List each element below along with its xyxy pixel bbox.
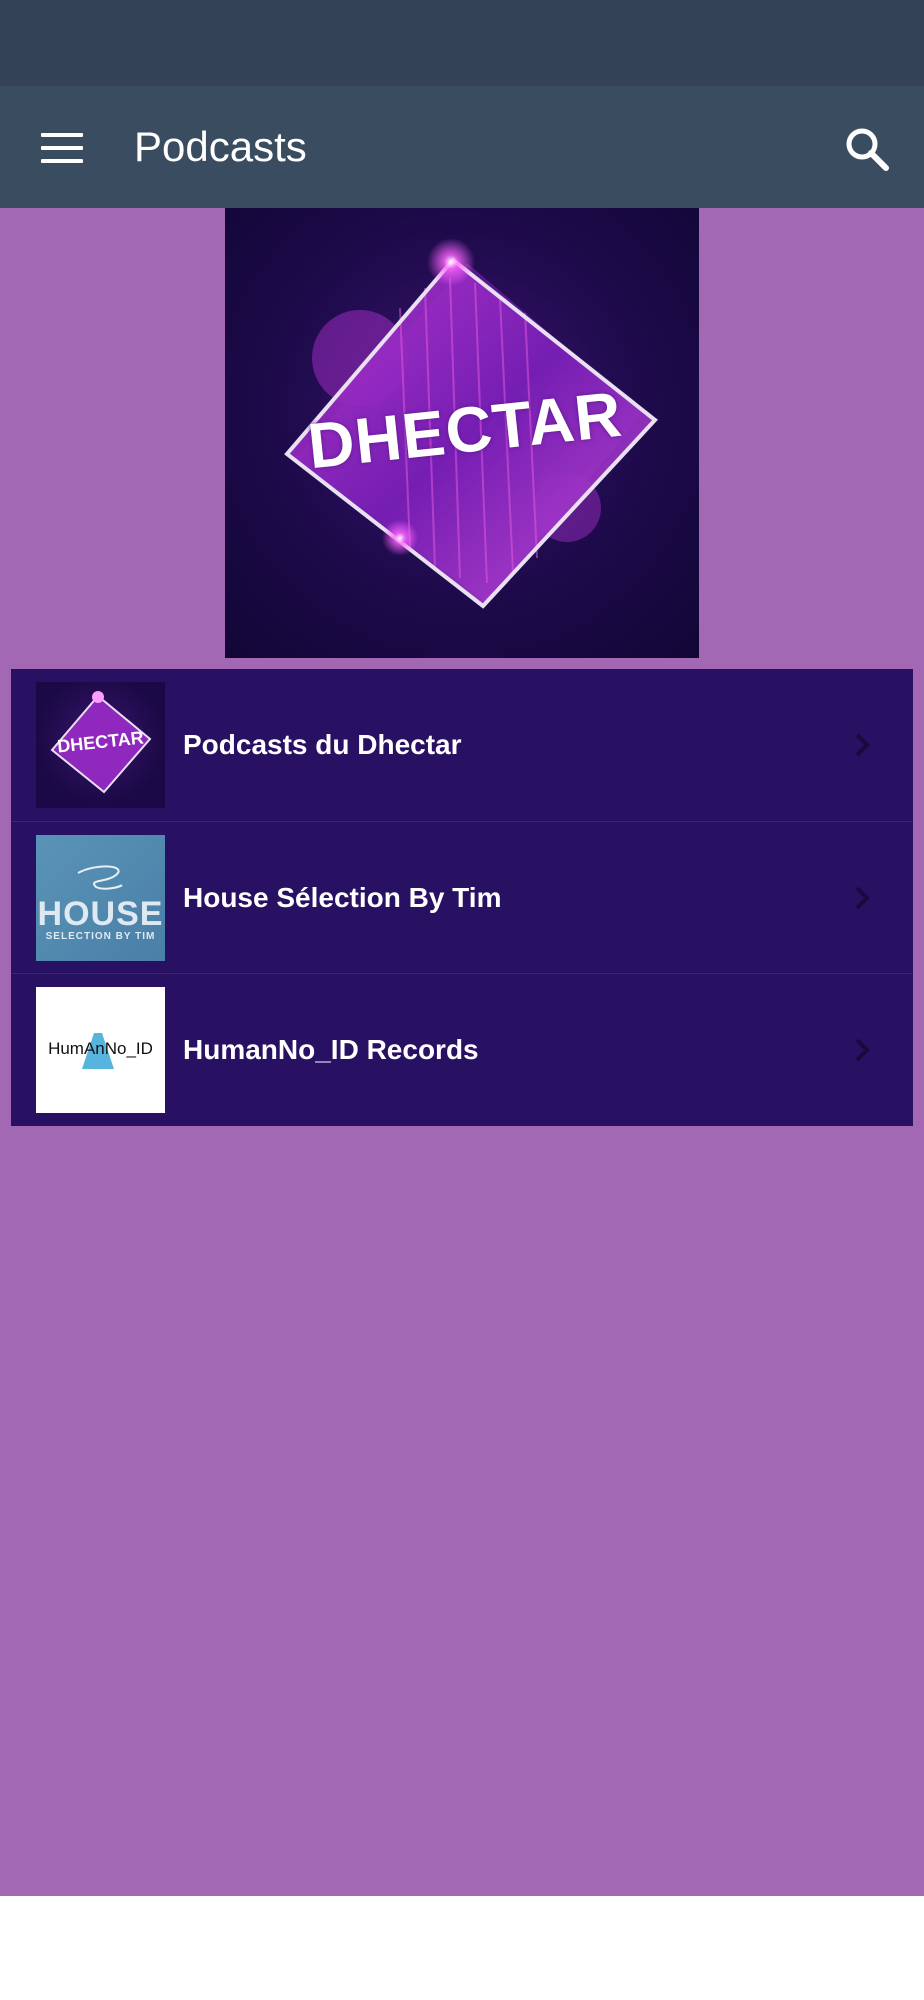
status-bar [0,0,924,86]
podcast-title: HumanNo_ID Records [183,1034,479,1065]
podcast-thumbnail-text: HumAnNo_ID [48,1039,153,1058]
podcast-thumbnail-subtext: SELECTION BY TIM [45,931,156,942]
chevron-right-icon [855,733,870,757]
podcast-item-house-selection[interactable]: HOUSE SELECTION BY TIM House Sélection B… [11,821,913,974]
podcast-thumbnail-text: HOUSE [37,895,164,933]
podcast-thumbnail-house: HOUSE SELECTION BY TIM [36,835,165,961]
podcast-title: Podcasts du Dhectar [183,729,462,760]
chevron-right-icon [855,886,870,910]
podcast-thumbnail-dhectar: DHECTAR [36,682,165,808]
podcast-item-dhectar[interactable]: DHECTAR Podcasts du Dhectar [11,669,913,821]
podcast-list: DHECTAR Podcasts du Dhectar HOUSE SELECT… [11,669,913,1126]
hamburger-menu-icon[interactable] [30,116,94,180]
podcast-title: House Sélection By Tim [183,882,502,913]
hero-logo-image: DHECTAR [225,208,699,658]
podcast-item-humanno-id[interactable]: HumAnNo_ID HumanNo_ID Records [11,973,913,1126]
search-icon[interactable] [840,122,896,178]
chevron-right-icon [855,1038,870,1062]
app-bar: Podcasts [0,86,924,208]
content-area: DHECTAR DHECTAR Podcasts du Dhectar HOUS… [0,208,924,1896]
page-title: Podcasts [134,123,307,170]
podcast-thumbnail-humanno: HumAnNo_ID [36,987,165,1113]
